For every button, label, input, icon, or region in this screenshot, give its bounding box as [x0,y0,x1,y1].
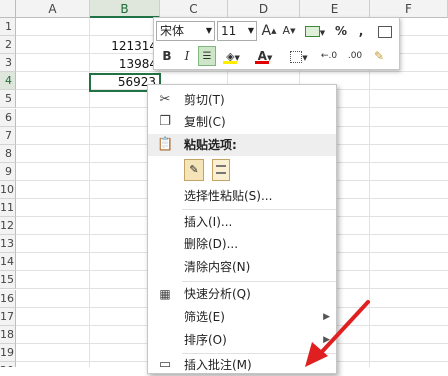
annotation-arrow-icon [305,300,370,367]
